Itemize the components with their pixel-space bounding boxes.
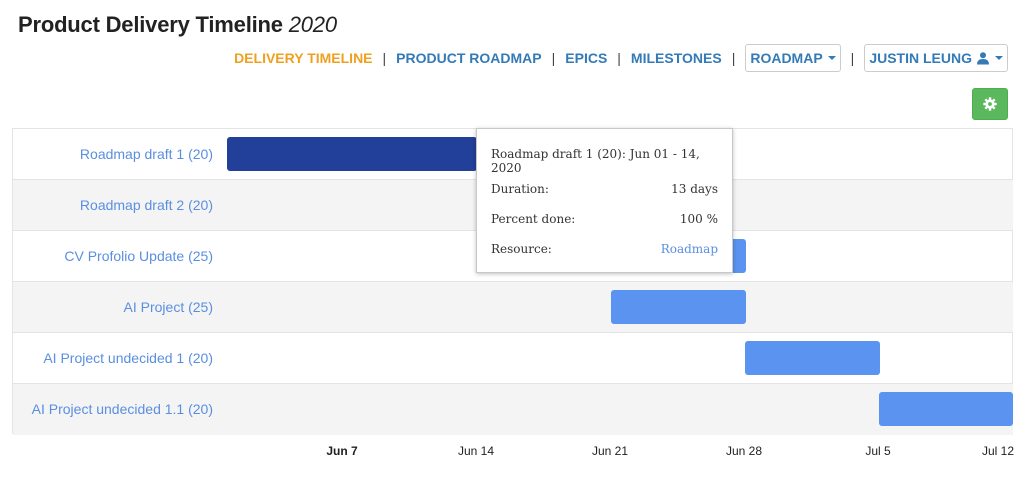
page-title: Product Delivery Timeline 2020: [18, 12, 337, 38]
gantt-row: AI Project undecided 1 (20): [13, 333, 1013, 384]
nav-separator: |: [551, 50, 556, 66]
axis-tick-label: Jul 5: [865, 444, 891, 458]
row-label-roadmap-draft-1[interactable]: Roadmap draft 1 (20): [13, 129, 213, 180]
roadmap-dropdown-label: ROADMAP: [750, 50, 823, 66]
task-tooltip: Roadmap draft 1 (20): Jun 01 - 14, 2020 …: [476, 128, 733, 273]
chevron-down-icon: [827, 56, 836, 60]
top-navigation: DELIVERY TIMELINE | PRODUCT ROADMAP | EP…: [234, 44, 1008, 72]
nav-separator: |: [731, 50, 736, 66]
user-dropdown[interactable]: JUSTIN LEUNG: [864, 44, 1008, 72]
chevron-down-icon: [995, 56, 1003, 60]
nav-delivery-timeline[interactable]: DELIVERY TIMELINE: [234, 50, 372, 66]
task-bar-roadmap-draft-1[interactable]: [227, 137, 477, 171]
axis-tick-label: Jul 12: [981, 444, 1014, 458]
user-dropdown-label: JUSTIN LEUNG: [869, 50, 972, 66]
tooltip-resource-link[interactable]: Roadmap: [661, 242, 718, 256]
task-bar-ai-project[interactable]: [611, 290, 746, 324]
nav-separator: |: [382, 50, 387, 66]
axis-tick-label: Jun 21: [591, 444, 629, 458]
axis-tick-label: Jun 7: [326, 444, 358, 458]
tooltip-percent-label: Percent done:: [491, 212, 576, 226]
axis-tick-label: Jun 14: [457, 444, 495, 458]
task-bar-ai-project-undecided-1[interactable]: [745, 341, 880, 375]
row-label-roadmap-draft-2[interactable]: Roadmap draft 2 (20): [13, 180, 213, 231]
nav-separator: |: [850, 50, 855, 66]
row-label-ai-project-undecided-1[interactable]: AI Project undecided 1 (20): [13, 333, 213, 384]
nav-epics[interactable]: EPICS: [565, 50, 607, 66]
task-bar-ai-project-undecided-1-1[interactable]: [879, 392, 1013, 426]
gantt-row: AI Project (25): [13, 282, 1013, 333]
page-title-year: 2020: [288, 12, 337, 37]
axis-tick-label: Jun 28: [725, 444, 763, 458]
gantt-row: AI Project undecided 1.1 (20): [13, 384, 1013, 435]
row-label-ai-project[interactable]: AI Project (25): [13, 282, 213, 333]
settings-button[interactable]: [972, 88, 1008, 120]
tooltip-percent-row: Percent done: 100 %: [491, 212, 718, 226]
roadmap-dropdown[interactable]: ROADMAP: [745, 44, 841, 72]
row-label-cv-profolio-update[interactable]: CV Profolio Update (25): [13, 231, 213, 282]
nav-separator: |: [617, 50, 621, 66]
row-label-ai-project-undecided-1-1[interactable]: AI Project undecided 1.1 (20): [13, 384, 213, 435]
nav-product-roadmap[interactable]: PRODUCT ROADMAP: [396, 50, 541, 66]
tooltip-title: Roadmap draft 1 (20): Jun 01 - 14, 2020: [491, 147, 700, 175]
tooltip-percent-value: 100 %: [679, 212, 718, 226]
tooltip-resource-label: Resource:: [491, 242, 552, 256]
tooltip-duration-row: Duration: 13 days: [491, 182, 718, 196]
tooltip-duration-label: Duration:: [491, 182, 549, 196]
user-icon: [977, 52, 989, 65]
nav-milestones[interactable]: MILESTONES: [631, 50, 722, 66]
tooltip-resource-row: Resource: Roadmap: [491, 242, 718, 256]
gear-icon: [983, 97, 997, 111]
tooltip-duration-value: 13 days: [671, 182, 718, 196]
page-title-text: Product Delivery Timeline: [18, 12, 283, 37]
